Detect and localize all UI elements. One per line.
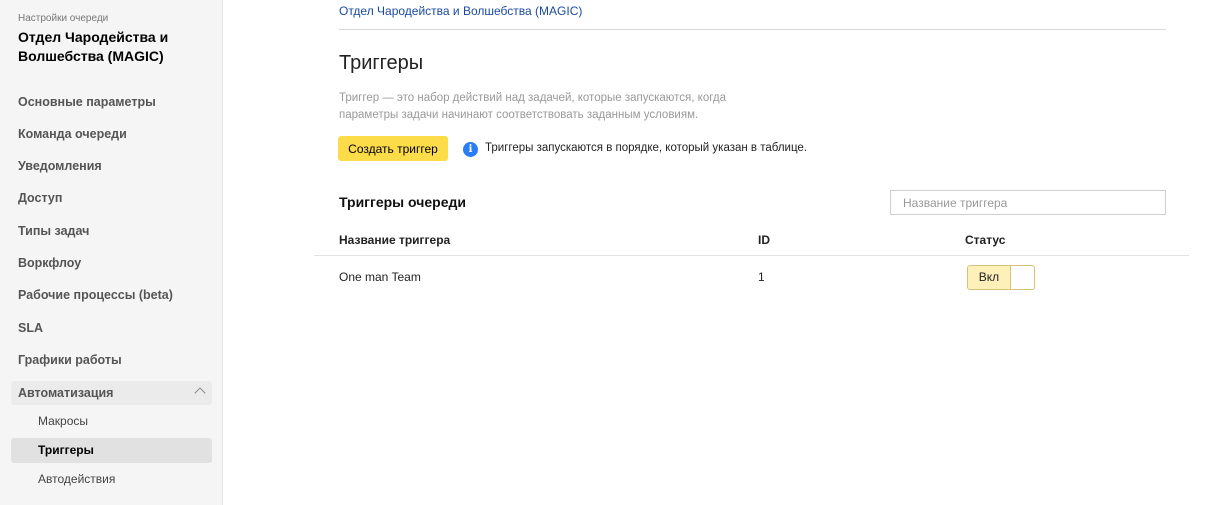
sidebar: Настройки очереди Отдел Чародейства и Во…: [0, 0, 223, 505]
info-icon: i: [463, 142, 478, 157]
sidebar-item-sla[interactable]: SLA: [11, 316, 212, 340]
page-title: Триггеры: [339, 52, 424, 74]
sidebar-subitem-macros[interactable]: Макросы: [11, 409, 212, 434]
info-text: Триггеры запускаются в порядке, который …: [485, 142, 808, 154]
queue-title: Отдел Чародейства и Волшебства (MAGIC): [18, 29, 169, 64]
sidebar-item-general[interactable]: Основные параметры: [11, 90, 212, 114]
create-trigger-button[interactable]: Создать триггер: [338, 136, 448, 161]
sidebar-item-issue-types[interactable]: Типы задач: [11, 219, 212, 243]
column-header-id: ID: [758, 233, 770, 247]
sidebar-caption: Настройки очереди: [18, 13, 109, 24]
sidebar-item-processes-beta[interactable]: Рабочие процессы (beta): [11, 283, 212, 307]
sidebar-item-workflow[interactable]: Воркфлоу: [11, 251, 212, 275]
section-title: Триггеры очереди: [339, 194, 466, 210]
breadcrumb-divider: [339, 29, 1166, 30]
status-toggle-label: Вкл: [968, 266, 1011, 289]
status-toggle[interactable]: Вкл: [967, 265, 1035, 290]
sidebar-item-access[interactable]: Доступ: [11, 186, 212, 210]
breadcrumb[interactable]: Отдел Чародейства и Волшебства (MAGIC): [339, 4, 582, 18]
chevron-up-icon[interactable]: [194, 387, 206, 399]
sidebar-item-notifications[interactable]: Уведомления: [11, 154, 212, 178]
sidebar-item-schedules[interactable]: Графики работы: [11, 348, 212, 372]
column-header-status: Статус: [965, 233, 1006, 247]
column-header-name: Название триггера: [339, 233, 451, 247]
sidebar-subitem-triggers[interactable]: Триггеры: [11, 438, 212, 463]
sidebar-item-team[interactable]: Команда очереди: [11, 122, 212, 146]
trigger-name-cell[interactable]: One man Team: [339, 270, 421, 284]
table-header-divider: [314, 255, 1189, 256]
main-content: Отдел Чародейства и Волшебства (MAGIC) Т…: [223, 0, 1209, 505]
sidebar-subitem-autoactions[interactable]: Автодействия: [11, 467, 212, 492]
page-description: Триггер — это набор действий над задачей…: [339, 92, 727, 121]
sidebar-item-automation-label: Автоматизация: [18, 386, 114, 400]
trigger-search-input[interactable]: [890, 190, 1166, 215]
sidebar-item-automation[interactable]: Автоматизация: [11, 381, 212, 405]
trigger-id-cell: 1: [758, 270, 765, 284]
